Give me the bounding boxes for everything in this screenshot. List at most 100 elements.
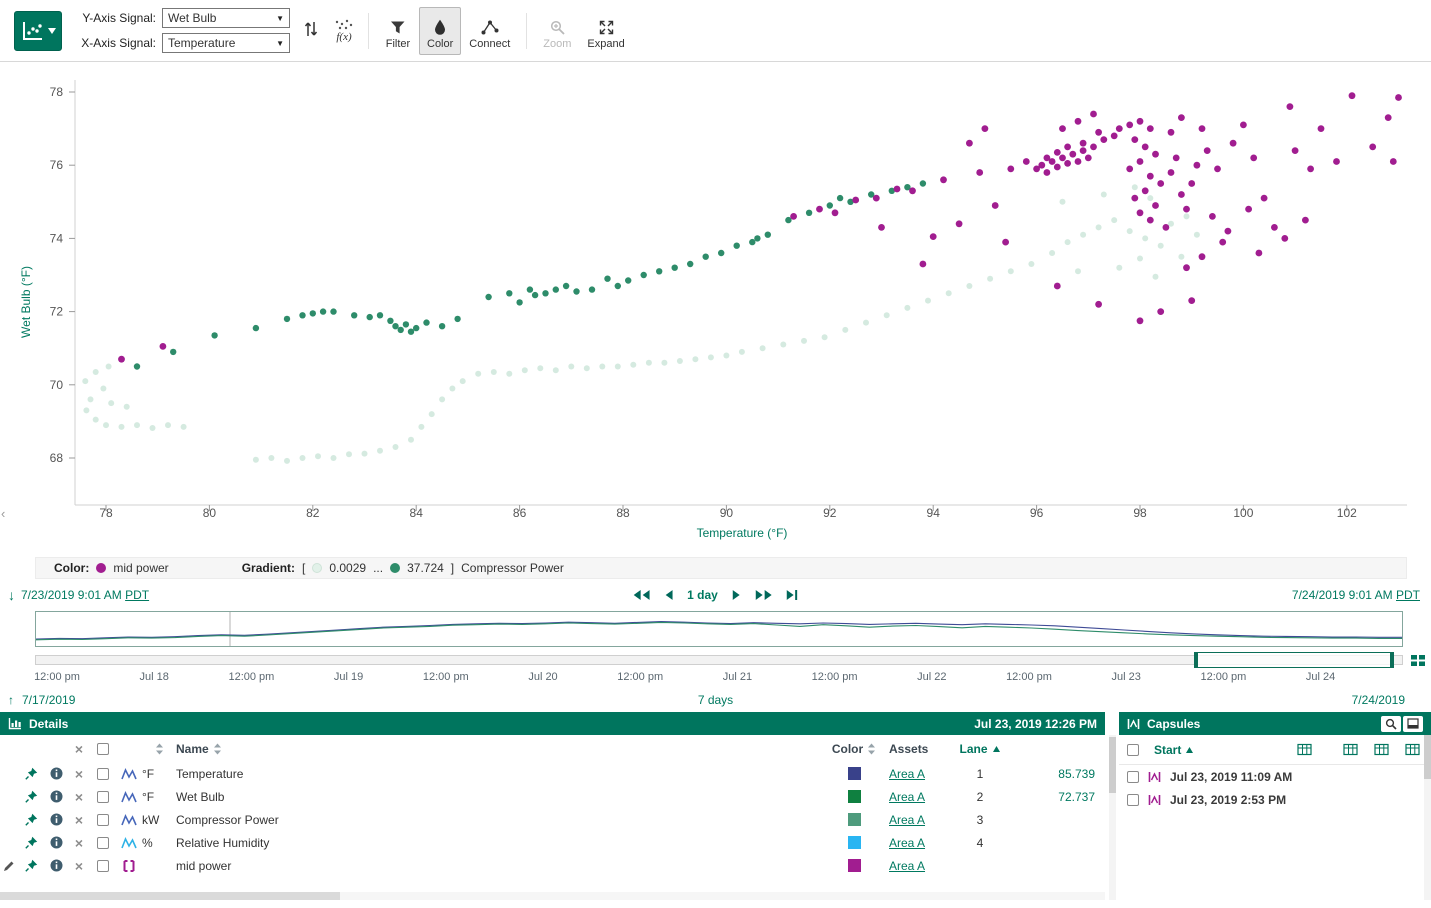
scatter-point[interactable]	[362, 451, 368, 457]
remove-icon[interactable]: ×	[75, 859, 83, 873]
scatter-point[interactable]	[1137, 158, 1144, 165]
scatter-point[interactable]	[1060, 199, 1066, 205]
scatter-point[interactable]	[1261, 195, 1268, 202]
scatter-point[interactable]	[852, 197, 859, 204]
scatter-point[interactable]	[1023, 158, 1030, 165]
scatter-point[interactable]	[1385, 114, 1392, 121]
scatter-point[interactable]	[330, 308, 336, 314]
scatter-point[interactable]	[909, 187, 916, 194]
scatter-point[interactable]	[1008, 268, 1014, 274]
investigate-range-end[interactable]: 7/24/2019	[1352, 693, 1405, 707]
table-row[interactable]: ×°FWet BulbArea A272.737	[0, 785, 1105, 808]
scatter-point[interactable]	[1333, 158, 1340, 165]
scatter-point[interactable]	[894, 186, 901, 193]
scatter-point[interactable]	[1147, 217, 1154, 224]
scatter-point[interactable]	[1090, 111, 1097, 118]
scatter-point[interactable]	[1137, 317, 1144, 324]
scatter-point[interactable]	[506, 371, 512, 377]
add-property-column-button[interactable]	[1405, 743, 1421, 756]
scatter-point[interactable]	[93, 369, 99, 375]
scatter-point[interactable]	[599, 364, 605, 370]
scatter-point[interactable]	[1292, 147, 1299, 154]
scatter-point[interactable]	[1194, 162, 1201, 169]
scatter-point[interactable]	[460, 378, 466, 384]
scatter-point[interactable]	[1369, 144, 1376, 151]
scatter-point[interactable]	[718, 250, 724, 256]
scatter-point[interactable]	[615, 283, 621, 289]
scatter-point[interactable]	[1152, 202, 1159, 209]
scatter-point[interactable]	[150, 425, 156, 431]
scatter-point[interactable]	[1225, 228, 1232, 235]
scatter-point[interactable]	[418, 424, 424, 430]
timezone-link[interactable]: PDT	[1396, 588, 1420, 602]
edit-icon[interactable]	[3, 860, 15, 872]
scatter-point[interactable]	[1256, 250, 1263, 257]
scatter-point[interactable]	[1111, 133, 1118, 140]
scatter-point[interactable]	[320, 308, 326, 314]
info-icon[interactable]	[50, 767, 63, 780]
scatter-point[interactable]	[527, 286, 533, 292]
scatter-point[interactable]	[1219, 239, 1226, 246]
scatter-point[interactable]	[925, 298, 931, 304]
scatter-point[interactable]	[1059, 155, 1066, 162]
scatter-point[interactable]	[553, 367, 559, 373]
scatter-point[interactable]	[1183, 264, 1190, 271]
scatter-point[interactable]	[439, 396, 445, 402]
scatter-point[interactable]	[878, 224, 885, 231]
table-row[interactable]: ×mid powerArea A	[0, 854, 1105, 877]
scatter-point[interactable]	[1137, 256, 1143, 262]
row-checkbox[interactable]	[97, 791, 109, 803]
info-icon[interactable]	[50, 859, 63, 872]
scatter-point[interactable]	[1157, 180, 1164, 187]
scatter-point[interactable]	[413, 325, 419, 331]
row-checkbox[interactable]	[97, 768, 109, 780]
scatter-point[interactable]	[1163, 224, 1170, 231]
scatter-point[interactable]	[976, 169, 983, 176]
scatter-point[interactable]	[739, 349, 745, 355]
scatter-point[interactable]	[1131, 195, 1138, 202]
scatter-point[interactable]	[563, 283, 569, 289]
scatter-point[interactable]	[708, 354, 714, 360]
scatter-point[interactable]	[1302, 217, 1309, 224]
scatter-point[interactable]	[1142, 187, 1149, 194]
scatter-point[interactable]	[734, 243, 740, 249]
scatter-point[interactable]	[573, 288, 579, 294]
range-step-label[interactable]: 1 day	[687, 588, 718, 602]
filter-button[interactable]: Filter	[377, 7, 419, 55]
info-icon[interactable]	[50, 836, 63, 849]
timezone-link[interactable]: PDT	[125, 588, 149, 602]
scatter-point[interactable]	[589, 286, 595, 292]
scatter-point[interactable]	[165, 422, 171, 428]
scatter-point[interactable]	[1390, 158, 1397, 165]
time-range-selection[interactable]	[1194, 652, 1393, 668]
scatter-point[interactable]	[398, 327, 404, 333]
scatter-point[interactable]	[1069, 151, 1076, 158]
scatter-point[interactable]	[1147, 195, 1153, 201]
scatter-point[interactable]	[966, 283, 972, 289]
capsules-search-button[interactable]	[1381, 716, 1401, 732]
scatter-point[interactable]	[1059, 125, 1066, 132]
scatter-point[interactable]	[1111, 217, 1117, 223]
scatter-point[interactable]	[1044, 155, 1051, 162]
scatter-point[interactable]	[1271, 224, 1278, 231]
scatter-point[interactable]	[268, 455, 274, 461]
scatter-point[interactable]	[1095, 129, 1102, 136]
scatter-point[interactable]	[429, 411, 435, 417]
row-checkbox[interactable]	[97, 837, 109, 849]
scatter-point[interactable]	[1281, 235, 1288, 242]
remove-all-icon[interactable]: ×	[75, 742, 83, 756]
scatter-point[interactable]	[646, 360, 652, 366]
scatter-point[interactable]	[940, 176, 947, 183]
scatter-point[interactable]	[1075, 268, 1081, 274]
scatter-point[interactable]	[119, 424, 125, 430]
scatter-point[interactable]	[1395, 94, 1402, 101]
scatter-point[interactable]	[1065, 239, 1071, 245]
scatter-point[interactable]	[1194, 232, 1200, 238]
select-all-checkbox[interactable]	[97, 743, 109, 755]
scatter-point[interactable]	[1054, 164, 1061, 171]
details-vertical-scrollbar[interactable]	[1105, 712, 1119, 900]
fx-button[interactable]: f(x)	[328, 18, 360, 44]
scatter-point[interactable]	[1116, 265, 1122, 271]
scatter-point[interactable]	[253, 457, 259, 463]
scatter-point[interactable]	[1147, 173, 1154, 180]
